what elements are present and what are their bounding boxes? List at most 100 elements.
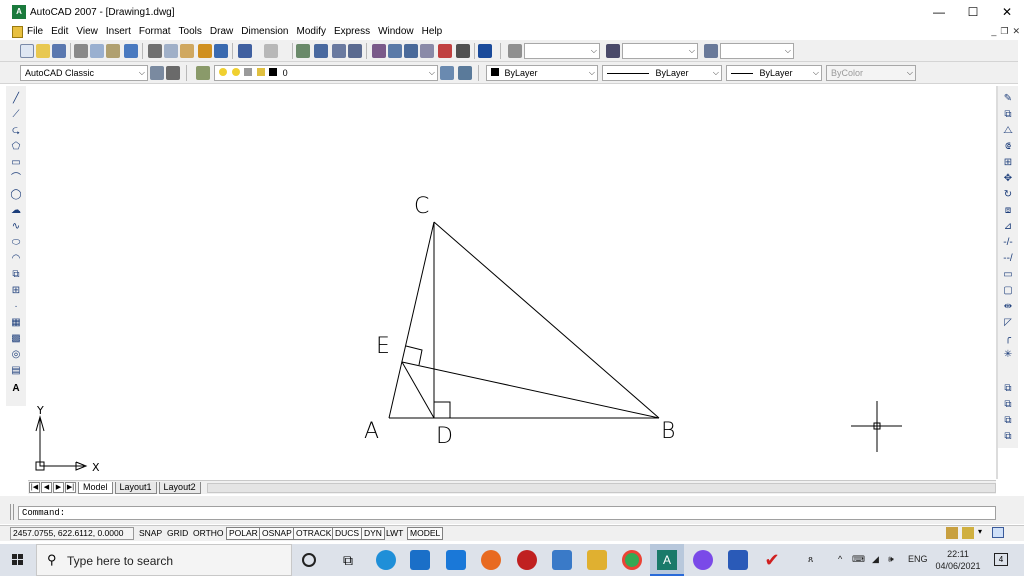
undo-icon[interactable] xyxy=(238,44,252,58)
block-editor-icon[interactable] xyxy=(214,44,228,58)
markup-icon[interactable] xyxy=(438,44,452,58)
lwt-toggle[interactable]: LWT xyxy=(383,527,406,540)
paste-icon[interactable] xyxy=(180,44,194,58)
start-button[interactable] xyxy=(0,544,36,576)
redo-icon[interactable] xyxy=(264,44,278,58)
ellipse-arc-icon[interactable]: ◠ xyxy=(9,252,23,265)
chamfer-icon[interactable]: ◸ xyxy=(1001,316,1015,329)
polyline-icon[interactable]: ⮎ xyxy=(9,124,23,137)
tab-model[interactable]: Model xyxy=(78,481,113,494)
file-explorer-icon[interactable] xyxy=(587,550,607,570)
model-toggle[interactable]: MODEL xyxy=(407,527,444,540)
lineweight-combo[interactable]: ByLayer ⌵ xyxy=(726,65,822,81)
last-tab-button[interactable]: ▶| xyxy=(65,482,76,493)
input-method-icon[interactable]: ⌨ xyxy=(852,554,865,565)
menu-dimension[interactable]: Dimension xyxy=(237,24,292,40)
hatch-icon[interactable]: ▦ xyxy=(9,316,23,329)
drawing-canvas[interactable]: A B C D E Y X xyxy=(28,86,996,479)
menu-insert[interactable]: Insert xyxy=(102,24,135,40)
menu-help[interactable]: Help xyxy=(418,24,447,40)
mail-icon[interactable] xyxy=(446,550,466,570)
menu-tools[interactable]: Tools xyxy=(175,24,206,40)
ortho-toggle[interactable]: ORTHO xyxy=(190,527,227,540)
zoom-realtime-icon[interactable] xyxy=(314,44,328,58)
word-icon[interactable] xyxy=(728,550,748,570)
region-icon[interactable]: ◎ xyxy=(9,348,23,361)
plot-preview-icon[interactable] xyxy=(90,44,104,58)
sheet-set-icon[interactable] xyxy=(420,44,434,58)
help-icon[interactable] xyxy=(478,44,492,58)
menu-modify[interactable]: Modify xyxy=(293,24,330,40)
fillet-icon[interactable]: ╭ xyxy=(1001,332,1015,345)
taskbar-clock[interactable]: 22:11 04/06/2021 xyxy=(930,548,986,572)
screen-recorder-icon[interactable] xyxy=(517,550,537,570)
clean-screen-icon[interactable] xyxy=(992,527,1004,538)
multiline-text-icon[interactable]: A xyxy=(9,382,23,395)
doc-restore-button[interactable]: ❐ xyxy=(1000,26,1008,37)
insert-block-icon[interactable]: ⧉ xyxy=(9,268,23,281)
taskbar-search-box[interactable]: ⚲ Type here to search xyxy=(36,544,292,576)
design-center-icon[interactable] xyxy=(388,44,402,58)
offset-icon[interactable]: ⟃ xyxy=(1001,140,1015,153)
cortana-icon[interactable] xyxy=(302,553,316,567)
linetype-combo[interactable]: ByLayer ⌵ xyxy=(602,65,722,81)
ducs-toggle[interactable]: DUCS xyxy=(332,527,363,540)
menu-edit[interactable]: Edit xyxy=(47,24,72,40)
tab-layout2[interactable]: Layout2 xyxy=(158,481,201,494)
color-combo[interactable]: ByLayer ⌵ xyxy=(486,65,598,81)
snap-toggle[interactable]: SNAP xyxy=(136,527,165,540)
grid-toggle[interactable]: GRID xyxy=(164,527,191,540)
polar-toggle[interactable]: POLAR xyxy=(226,527,261,540)
menu-format[interactable]: Format xyxy=(135,24,175,40)
layer-manager-icon[interactable] xyxy=(196,66,210,80)
menu-express[interactable]: Express xyxy=(330,24,374,40)
network-icon[interactable]: ◢ xyxy=(872,554,879,565)
coordinate-display[interactable]: 2457.0755, 622.6112, 0.0000 xyxy=(10,527,134,540)
zoom-window-icon[interactable] xyxy=(332,44,346,58)
copy-icon[interactable] xyxy=(164,44,178,58)
messenger-icon[interactable] xyxy=(693,550,713,570)
status-menu-icon[interactable]: ▾ xyxy=(978,527,982,536)
rotate-icon[interactable]: ↻ xyxy=(1001,188,1015,201)
workspace-combo[interactable]: AutoCAD Classic ⌵ xyxy=(20,65,148,81)
draw-order-under-icon[interactable]: ⧉ xyxy=(1001,430,1015,443)
chrome-icon[interactable] xyxy=(622,550,642,570)
lock-toolbars-icon[interactable] xyxy=(962,527,974,539)
make-block-icon[interactable]: ⊞ xyxy=(9,284,23,297)
erase-icon[interactable]: ✎ xyxy=(1001,92,1015,105)
pan-icon[interactable] xyxy=(296,44,310,58)
command-line-input[interactable]: Command: xyxy=(18,506,996,520)
dim-style-combo[interactable]: ⌵ xyxy=(622,43,698,59)
draw-order-back-icon[interactable]: ⧉ xyxy=(1001,398,1015,411)
polygon-icon[interactable]: ⬠ xyxy=(9,140,23,153)
save-icon[interactable] xyxy=(52,44,66,58)
extend-icon[interactable]: --/ xyxy=(1001,252,1015,265)
doc-minimize-button[interactable]: _ xyxy=(991,26,996,37)
workspace-settings-icon[interactable] xyxy=(150,66,164,80)
circle-icon[interactable]: ◯ xyxy=(9,188,23,201)
point-icon[interactable]: · xyxy=(9,300,23,313)
arc-icon[interactable]: ⌒ xyxy=(9,172,23,185)
open-file-icon[interactable] xyxy=(36,44,50,58)
break-icon[interactable]: ▢ xyxy=(1001,284,1015,297)
people-icon[interactable]: ጸ xyxy=(808,554,813,565)
task-view-icon[interactable]: ⧉ xyxy=(338,550,358,570)
tray-chevron-icon[interactable]: ^ xyxy=(838,554,842,564)
trim-icon[interactable]: -/- xyxy=(1001,236,1015,249)
doc-close-button[interactable]: ✕ xyxy=(1012,26,1020,37)
command-window-grip[interactable] xyxy=(10,504,14,520)
match-properties-icon[interactable] xyxy=(198,44,212,58)
edge-browser-icon[interactable] xyxy=(376,550,396,570)
make-current-layer-icon[interactable] xyxy=(440,66,454,80)
new-file-icon[interactable] xyxy=(20,44,34,58)
cut-icon[interactable] xyxy=(148,44,162,58)
text-style-icon[interactable] xyxy=(508,44,522,58)
firefox-icon[interactable] xyxy=(481,550,501,570)
table-icon[interactable]: ▤ xyxy=(9,364,23,377)
explode-icon[interactable]: ✳ xyxy=(1001,348,1015,361)
tick-app-icon[interactable]: ✔ xyxy=(762,550,782,570)
first-tab-button[interactable]: |◀ xyxy=(29,482,40,493)
dim-style-icon[interactable] xyxy=(606,44,620,58)
communication-center-icon[interactable] xyxy=(946,527,958,539)
properties-icon[interactable] xyxy=(372,44,386,58)
